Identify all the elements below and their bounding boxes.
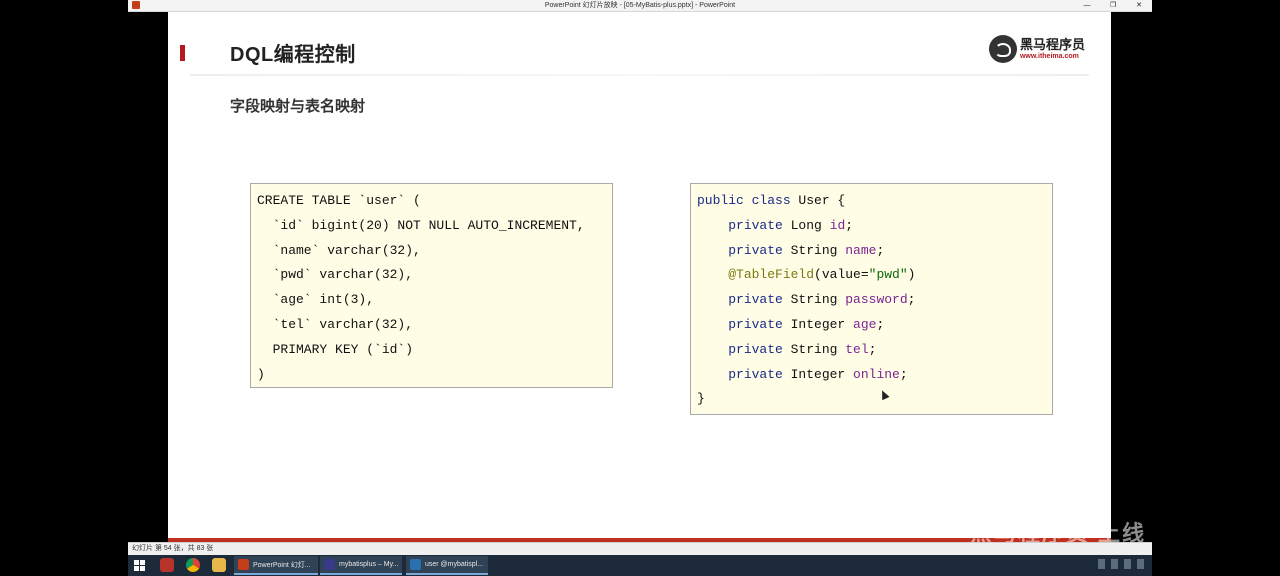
slide-subtitle: 字段映射与表名映射 — [230, 98, 366, 115]
tray-icon[interactable] — [1111, 559, 1118, 569]
java-line: private Long id; — [697, 214, 1052, 239]
taskbar-app-powerpoint[interactable]: PowerPoint 幻灯... — [234, 556, 318, 575]
java-semicolon: ; — [907, 292, 916, 308]
java-line: public class User { — [697, 189, 1052, 214]
sql-line: ) — [257, 366, 265, 382]
java-semicolon: ; — [868, 341, 877, 357]
java-semicolon: ; — [876, 316, 885, 332]
sql-line: `pwd` varchar(32), — [257, 267, 414, 283]
java-indent — [697, 292, 728, 307]
java-line: private Integer online; — [697, 363, 1052, 388]
slide[interactable]: DQL编程控制 黑马程序员 www.itheima.com 字段映射与表名映射 … — [168, 12, 1111, 542]
java-line: } — [697, 391, 705, 407]
java-type: String — [782, 341, 846, 357]
system-tray[interactable] — [1098, 559, 1144, 569]
intellij-icon — [324, 559, 335, 570]
java-indent — [697, 317, 728, 332]
powerpoint-window: PowerPoint 幻灯片放映 - [05-MyBatis-plus.pptx… — [128, 0, 1152, 576]
sql-line: `tel` varchar(32), — [257, 316, 414, 332]
sql-line: `id` bigint(20) NOT NULL AUTO_INCREMENT, — [257, 217, 585, 233]
java-type: String — [782, 292, 846, 308]
java-annotation: @TableField — [728, 267, 815, 283]
powerpoint-icon — [238, 559, 249, 570]
sql-line: CREATE TABLE `user` ( — [257, 193, 421, 208]
taskbar-app-intellij[interactable]: mybatisplus – My... — [320, 556, 402, 575]
java-line: private String password; — [697, 288, 1052, 313]
java-keyword: private — [728, 366, 783, 382]
explorer-icon[interactable] — [212, 558, 226, 572]
database-icon — [410, 559, 421, 570]
slideshow-area[interactable]: DQL编程控制 黑马程序员 www.itheima.com 字段映射与表名映射 … — [128, 12, 1152, 546]
taskbar-app-label: user @mybatispl... — [425, 561, 484, 568]
title-accent-bar — [180, 45, 185, 61]
title-bar: PowerPoint 幻灯片放映 - [05-MyBatis-plus.pptx… — [128, 0, 1152, 12]
java-annotation-args: (value= — [814, 267, 869, 283]
java-keyword: private — [728, 316, 783, 332]
sql-line: `name` varchar(32), — [257, 242, 421, 258]
java-type: String — [782, 242, 846, 258]
java-semicolon: ; — [845, 217, 854, 233]
java-keyword: private — [728, 217, 783, 233]
java-line: private Integer age; — [697, 313, 1052, 338]
window-title: PowerPoint 幻灯片放映 - [05-MyBatis-plus.pptx… — [544, 2, 736, 9]
taskbar: PowerPoint 幻灯... mybatisplus – My... use… — [128, 555, 1152, 576]
java-indent — [697, 342, 728, 357]
tray-icon[interactable] — [1098, 559, 1105, 569]
java-keyword: private — [728, 292, 783, 308]
slide-counter: 幻灯片 第 54 张，共 83 张 — [132, 545, 214, 552]
java-indent — [697, 243, 728, 258]
windows-start-icon[interactable] — [134, 560, 145, 571]
java-semicolon: ; — [899, 366, 908, 382]
sql-line: `age` int(3), — [257, 292, 375, 308]
logo-url: www.itheima.com — [1019, 53, 1079, 60]
java-paren: ) — [907, 267, 916, 283]
java-semicolon: ; — [876, 242, 885, 258]
java-string: "pwd" — [868, 267, 908, 283]
java-line: private String tel; — [697, 338, 1052, 363]
java-field: age — [853, 316, 877, 332]
restore-button[interactable]: ❐ — [1100, 0, 1126, 11]
chrome-icon[interactable] — [186, 558, 200, 572]
logo-name: 黑马程序员 — [1019, 37, 1085, 52]
java-indent — [697, 267, 728, 282]
java-indent — [697, 367, 728, 382]
itheima-logo: 黑马程序员 www.itheima.com — [988, 34, 1085, 64]
sql-code-box: CREATE TABLE `user` ( `id` bigint(20) NO… — [250, 183, 613, 388]
java-type: Integer — [782, 366, 854, 382]
close-button[interactable]: ✕ — [1126, 0, 1152, 11]
java-field: tel — [845, 341, 869, 357]
taskbar-app-label: mybatisplus – My... — [339, 561, 399, 568]
tray-icon[interactable] — [1137, 559, 1144, 569]
slide-title: DQL编程控制 — [230, 44, 356, 66]
tray-icon[interactable] — [1124, 559, 1131, 569]
title-divider — [190, 74, 1089, 76]
minimize-button[interactable]: — — [1074, 0, 1100, 11]
java-type: Integer — [782, 316, 854, 332]
java-line: @TableField(value="pwd") — [697, 263, 1052, 288]
sql-line: PRIMARY KEY (`id`) — [257, 341, 414, 357]
horse-logo-icon — [988, 35, 1017, 63]
java-indent — [697, 218, 728, 233]
search-icon[interactable] — [160, 558, 174, 572]
java-class-name: User { — [790, 193, 846, 208]
java-type: Long — [782, 217, 830, 233]
java-code-box: public class User { private Long id; pri… — [690, 183, 1053, 415]
status-bar: 幻灯片 第 54 张，共 83 张 — [128, 542, 1152, 555]
java-field: password — [845, 292, 908, 308]
java-field: online — [853, 366, 900, 382]
java-line: private String name; — [697, 239, 1052, 264]
java-keyword: private — [728, 242, 783, 258]
taskbar-app-label: PowerPoint 幻灯... — [253, 561, 311, 569]
java-keyword: public class — [697, 193, 791, 208]
java-field: id — [829, 217, 846, 233]
java-field: name — [845, 242, 877, 258]
taskbar-app-database[interactable]: user @mybatispl... — [406, 556, 488, 575]
java-keyword: private — [728, 341, 783, 357]
